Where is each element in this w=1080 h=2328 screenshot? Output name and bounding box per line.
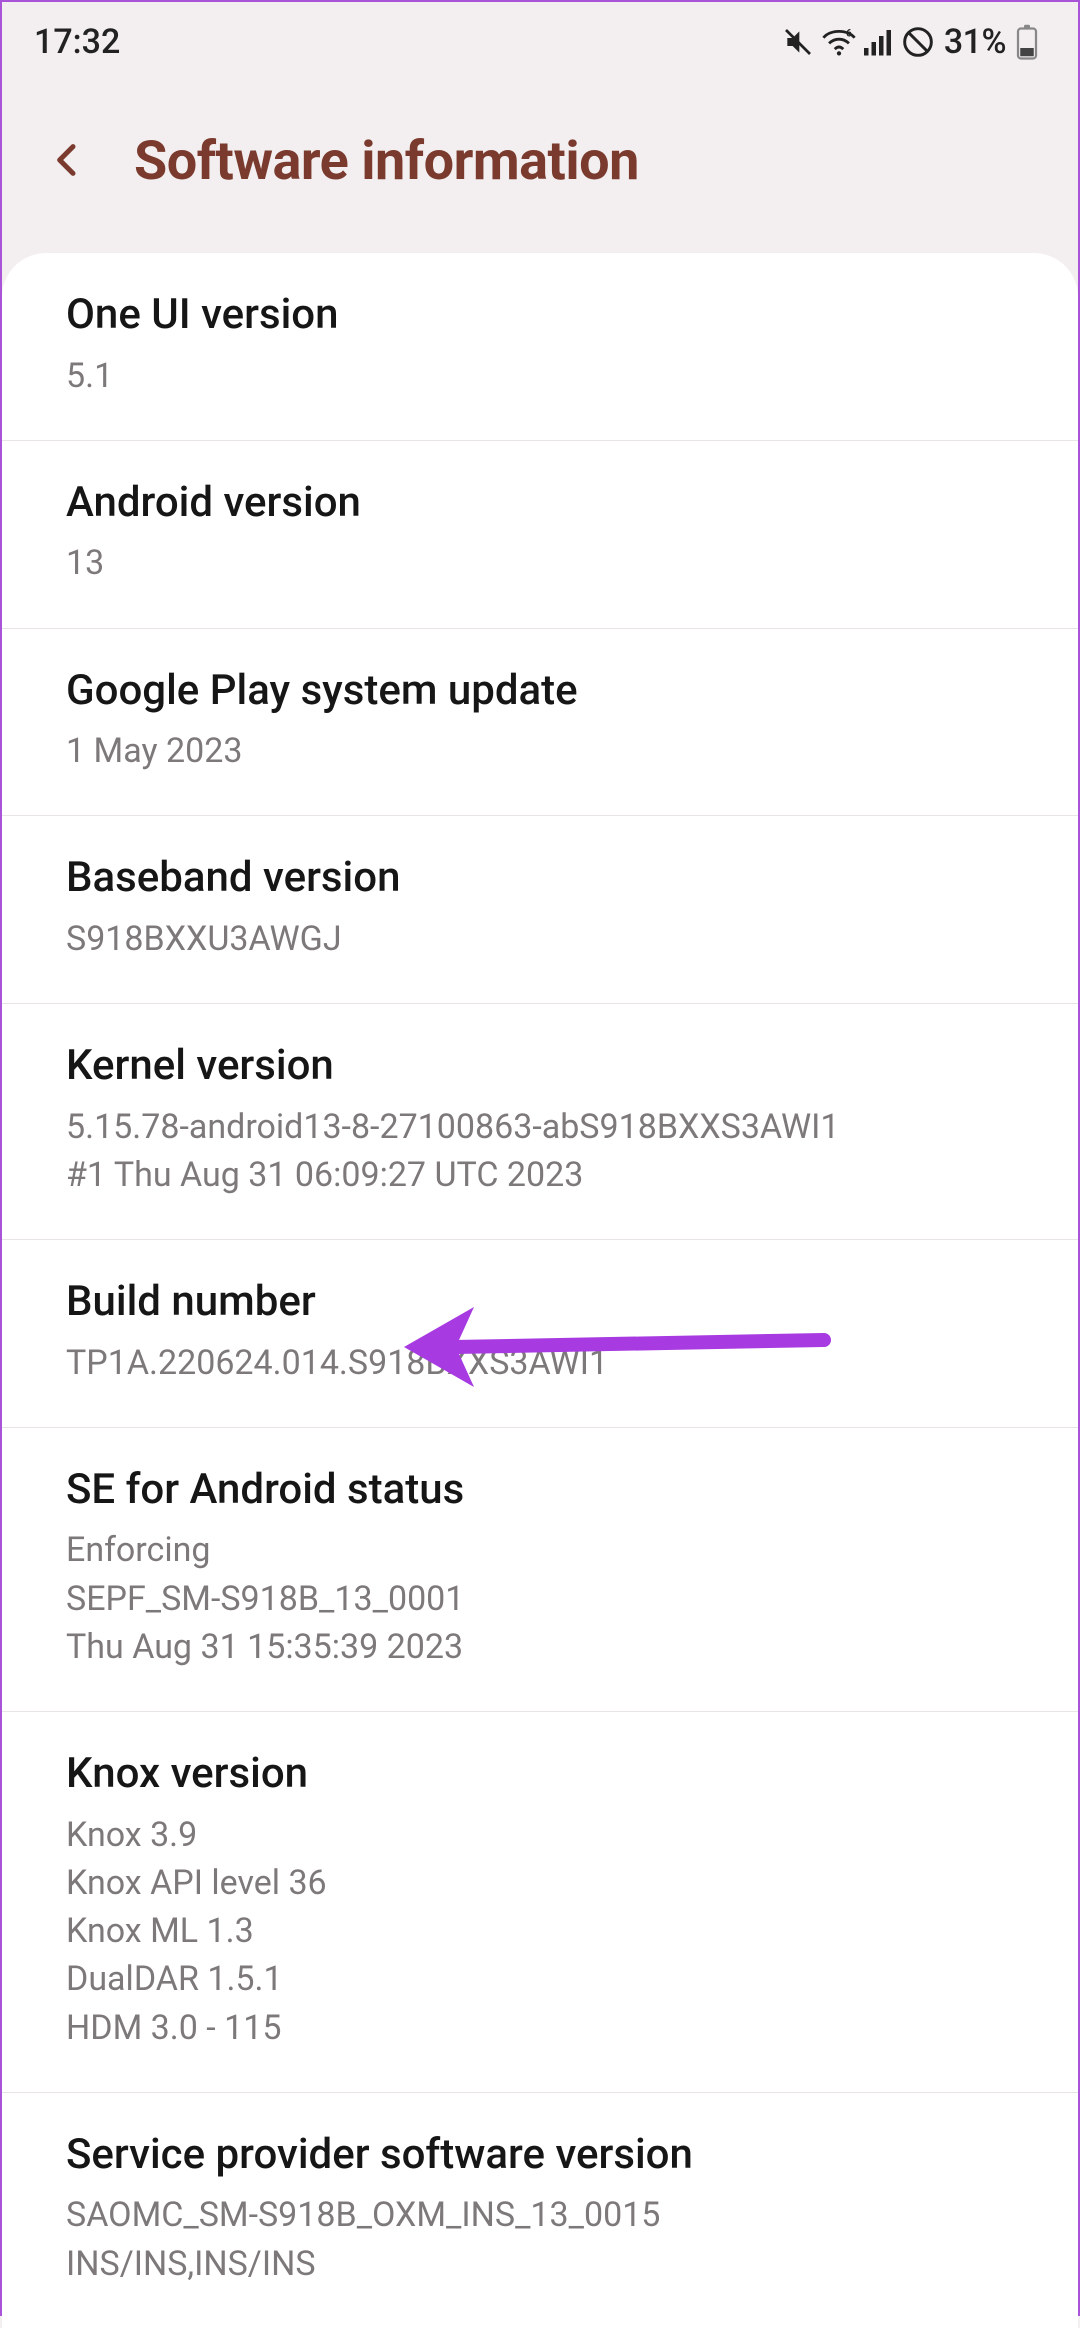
- row-value: 5.1: [66, 352, 1014, 400]
- row-kernel-version[interactable]: Kernel version 5.15.78-android13-8-27100…: [2, 1004, 1078, 1240]
- status-icons: 6: [782, 26, 934, 58]
- row-title: Service provider software version: [66, 2129, 1014, 2182]
- back-button[interactable]: [38, 132, 98, 192]
- row-title: One UI version: [66, 289, 1014, 342]
- row-value: 1 May 2023: [66, 727, 1014, 775]
- status-right: 6 31%: [782, 22, 1038, 62]
- status-bar: 17:32 6: [2, 2, 1078, 82]
- status-time: 17:32: [34, 22, 120, 62]
- row-title: Android version: [66, 477, 1014, 530]
- mute-vibrate-icon: [782, 26, 814, 58]
- battery-icon: [1016, 24, 1038, 60]
- row-value: 13: [66, 539, 1014, 587]
- row-knox-version[interactable]: Knox version Knox 3.9 Knox API level 36 …: [2, 1712, 1078, 2093]
- row-build-number[interactable]: Build number TP1A.220624.014.S918BXXS3AW…: [2, 1240, 1078, 1428]
- row-value: 5.15.78-android13-8-27100863-abS918BXXS3…: [66, 1103, 1014, 1200]
- row-service-provider-version[interactable]: Service provider software version SAOMC_…: [2, 2093, 1078, 2328]
- row-value: SAOMC_SM-S918B_OXM_INS_13_0015 INS/INS,I…: [66, 2191, 1014, 2288]
- row-value: TP1A.220624.014.S918BXXS3AWI1: [66, 1339, 1014, 1387]
- wifi-icon: 6: [822, 27, 856, 57]
- row-value: Knox 3.9 Knox API level 36 Knox ML 1.3 D…: [66, 1811, 1014, 2052]
- do-not-disturb-icon: [902, 26, 934, 58]
- row-oneui-version[interactable]: One UI version 5.1: [2, 253, 1078, 441]
- row-se-android-status[interactable]: SE for Android status Enforcing SEPF_SM-…: [2, 1428, 1078, 1712]
- header: Software information: [2, 82, 1078, 253]
- row-value: S918BXXU3AWGJ: [66, 915, 1014, 963]
- page-title: Software information: [134, 130, 639, 193]
- row-title: Baseband version: [66, 852, 1014, 905]
- row-title: Knox version: [66, 1748, 1014, 1801]
- row-title: Build number: [66, 1276, 1014, 1329]
- row-android-version[interactable]: Android version 13: [2, 441, 1078, 629]
- row-title: Google Play system update: [66, 665, 1014, 718]
- battery-percent: 31%: [944, 22, 1006, 62]
- signal-icon: [864, 28, 894, 56]
- row-title: SE for Android status: [66, 1464, 1014, 1517]
- row-value: Enforcing SEPF_SM-S918B_13_0001 Thu Aug …: [66, 1526, 1014, 1671]
- row-title: Kernel version: [66, 1040, 1014, 1093]
- chevron-left-icon: [48, 134, 88, 189]
- row-baseband-version[interactable]: Baseband version S918BXXU3AWGJ: [2, 816, 1078, 1004]
- settings-card: One UI version 5.1 Android version 13 Go…: [2, 253, 1078, 2328]
- row-google-play-update[interactable]: Google Play system update 1 May 2023: [2, 629, 1078, 817]
- svg-text:6: 6: [846, 28, 852, 39]
